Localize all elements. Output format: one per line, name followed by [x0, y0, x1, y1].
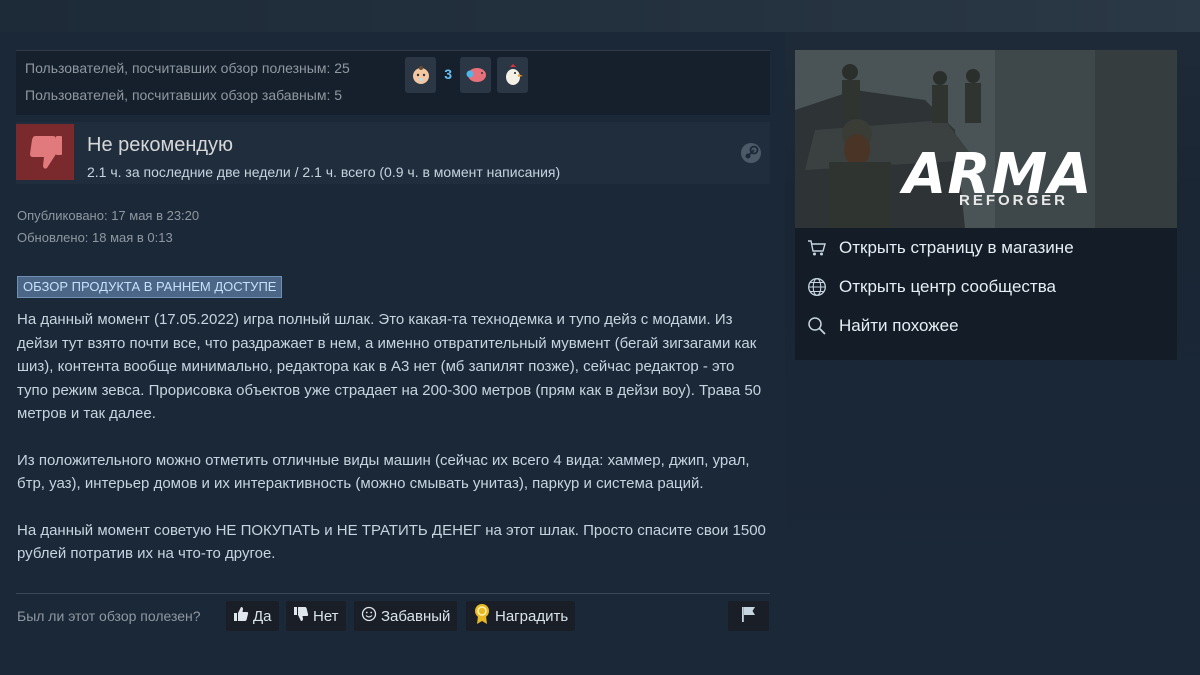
baby-face-award-icon[interactable]: 3 [405, 57, 452, 93]
vote-no-button[interactable]: Нет [286, 601, 346, 631]
early-access-badge: ОБЗОР ПРОДУКТА В РАННЕМ ДОСТУПЕ [17, 276, 283, 298]
vote-funny-label: Забавный [381, 607, 451, 625]
thumbs-down-small-icon [293, 606, 309, 626]
award-label: Наградить [495, 607, 569, 625]
steam-icon [740, 142, 762, 169]
review-header: Не рекомендую 2.1 ч. за последние две не… [16, 122, 770, 184]
cart-icon [795, 239, 839, 257]
search-icon [795, 316, 839, 336]
funny-count: Пользователей, посчитавших обзор забавны… [25, 87, 343, 103]
review-body: На данный момент (17.05.2022) игра полны… [17, 308, 769, 589]
review-paragraph: Из положительного можно отметить отличны… [17, 451, 750, 493]
playtime: 2.1 ч. за последние две недели / 2.1 ч. … [87, 164, 561, 180]
top-bar [0, 0, 1200, 32]
helpful-question: Был ли этот обзор полезен? [17, 608, 201, 624]
review-paragraph: На данный момент советую НЕ ПОКУПАТЬ и Н… [17, 521, 766, 563]
updated-date: Обновлено: 18 мая в 0:13 [17, 230, 173, 245]
game-card: ARMA REFORGER Открыть страницу в магазин… [795, 50, 1177, 360]
find-similar-link[interactable]: Найти похожее [795, 306, 1177, 345]
medal-icon [473, 603, 491, 629]
vote-yes-button[interactable]: Да [226, 601, 279, 631]
game-links: Открыть страницу в магазине Открыть цент… [795, 228, 1177, 345]
community-hub-link[interactable]: Открыть центр сообщества [795, 267, 1177, 306]
published-date: Опубликовано: 17 мая в 23:20 [17, 208, 200, 223]
divider [16, 593, 770, 594]
review-paragraph: На данный момент (17.05.2022) игра полны… [17, 311, 762, 422]
awards-list: 3 [405, 57, 528, 93]
pig-award-icon[interactable] [460, 57, 491, 93]
award-count: 3 [444, 66, 452, 82]
store-page-link[interactable]: Открыть страницу в магазине [795, 228, 1177, 267]
review-verdict[interactable]: Не рекомендую [87, 134, 233, 157]
community-hub-label: Открыть центр сообщества [839, 276, 1057, 296]
globe-icon [795, 277, 839, 297]
game-logo-subtitle: REFORGER [959, 192, 1069, 209]
award-button[interactable]: Наградить [466, 601, 576, 631]
votes-summary: Пользователей, посчитавших обзор полезны… [16, 50, 770, 115]
vote-no-label: Нет [313, 607, 339, 625]
thumbs-up-icon [233, 606, 249, 626]
helpful-count: Пользователей, посчитавших обзор полезны… [25, 60, 350, 76]
report-flag-button[interactable] [728, 601, 769, 631]
chicken-award-icon[interactable] [497, 57, 528, 93]
smile-icon [361, 606, 377, 626]
flag-icon [740, 605, 758, 628]
store-page-label: Открыть страницу в магазине [839, 237, 1074, 257]
find-similar-label: Найти похожее [839, 315, 959, 335]
thumbs-down-icon[interactable] [16, 124, 74, 180]
game-capsule-image[interactable]: ARMA REFORGER [795, 50, 1177, 228]
vote-funny-button[interactable]: Забавный [354, 601, 458, 631]
vote-yes-label: Да [253, 607, 272, 625]
